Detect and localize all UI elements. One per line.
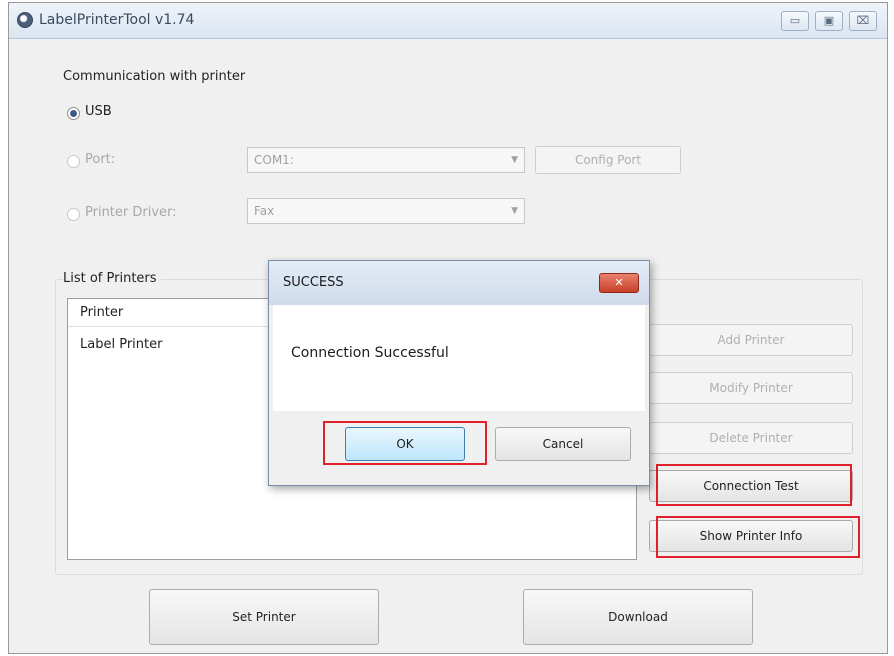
dialog-body: Connection Successful: [273, 305, 645, 411]
communication-heading: Communication with printer: [63, 69, 246, 84]
success-dialog: SUCCESS ✕ Connection Successful OK Cance…: [268, 260, 650, 486]
minimize-button[interactable]: ▭: [781, 11, 809, 31]
config-port-button[interactable]: Config Port: [535, 146, 681, 174]
dialog-message: Connection Successful: [291, 345, 449, 361]
show-printer-info-highlight: [656, 516, 860, 558]
app-icon: [17, 12, 33, 28]
delete-printer-button[interactable]: Delete Printer: [649, 422, 853, 454]
title-bar[interactable]: LabelPrinterTool v1.74 ▭ ▣ ⌧: [9, 3, 887, 39]
ok-highlight: [323, 421, 487, 465]
window-title: LabelPrinterTool v1.74: [39, 12, 195, 28]
chevron-down-icon: ▼: [511, 155, 518, 165]
printers-heading: List of Printers: [63, 271, 161, 286]
chevron-down-icon: ▼: [511, 206, 518, 216]
maximize-button[interactable]: ▣: [815, 11, 843, 31]
printer-driver-select[interactable]: Fax ▼: [247, 198, 525, 224]
usb-radio[interactable]: [67, 107, 80, 120]
modify-printer-button[interactable]: Modify Printer: [649, 372, 853, 404]
printer-driver-radio[interactable]: [67, 208, 80, 221]
close-button[interactable]: ⌧: [849, 11, 877, 31]
connection-test-highlight: [656, 464, 852, 506]
dialog-title-bar[interactable]: SUCCESS ✕: [269, 261, 649, 305]
printer-driver-label: Printer Driver:: [85, 205, 177, 220]
usb-label: USB: [85, 104, 112, 119]
cancel-button[interactable]: Cancel: [495, 427, 631, 461]
printer-driver-select-value: Fax: [254, 204, 275, 218]
dialog-title: SUCCESS: [283, 275, 344, 290]
dialog-close-button[interactable]: ✕: [599, 273, 639, 293]
download-button[interactable]: Download: [523, 589, 753, 645]
printer-column-label: Printer: [80, 305, 124, 320]
port-select-value: COM1:: [254, 153, 294, 167]
port-label: Port:: [85, 152, 116, 167]
set-printer-button[interactable]: Set Printer: [149, 589, 379, 645]
close-icon: ✕: [614, 276, 624, 289]
add-printer-button[interactable]: Add Printer: [649, 324, 853, 356]
port-radio[interactable]: [67, 155, 80, 168]
list-item[interactable]: Label Printer: [80, 337, 162, 352]
port-select[interactable]: COM1: ▼: [247, 147, 525, 173]
